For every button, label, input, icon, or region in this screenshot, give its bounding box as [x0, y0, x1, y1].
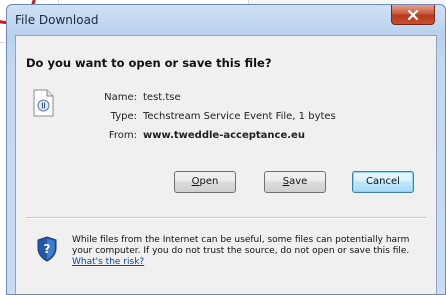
open-button[interactable]: Open	[174, 171, 236, 193]
file-type: Techstream Service Event File, 1 bytes	[143, 111, 336, 122]
window-title: File Download	[15, 13, 99, 27]
file-name: test.tse	[143, 92, 181, 103]
file-source: www.tweddle-acceptance.eu	[143, 130, 305, 141]
save-button-label: ave	[289, 176, 308, 187]
security-shield-icon: ?	[37, 236, 57, 262]
from-label: From:	[108, 130, 137, 141]
whats-the-risk-link[interactable]: What's the risk?	[72, 257, 144, 267]
svg-text:?: ?	[44, 242, 51, 256]
open-button-accel: O	[191, 176, 200, 187]
cancel-button[interactable]: Cancel	[352, 171, 414, 193]
type-label: Type:	[110, 111, 137, 122]
cancel-button-label: Cancel	[366, 176, 400, 187]
warning-text: While files from the Internet can be use…	[72, 235, 410, 256]
dialog-body: Do you want to open or save this file? N…	[15, 35, 437, 294]
save-button[interactable]: Save	[264, 171, 326, 193]
separator	[26, 217, 426, 219]
title-bar[interactable]: File Download	[7, 5, 445, 33]
dialog-question: Do you want to open or save this file?	[26, 56, 272, 70]
close-button[interactable]	[391, 5, 435, 25]
file-download-dialog: File Download Do you want to open or sav…	[6, 4, 446, 295]
name-label: Name:	[104, 92, 137, 103]
security-warning: While files from the Internet can be use…	[72, 235, 432, 268]
close-icon	[407, 9, 419, 20]
open-button-label: pen	[199, 176, 219, 187]
